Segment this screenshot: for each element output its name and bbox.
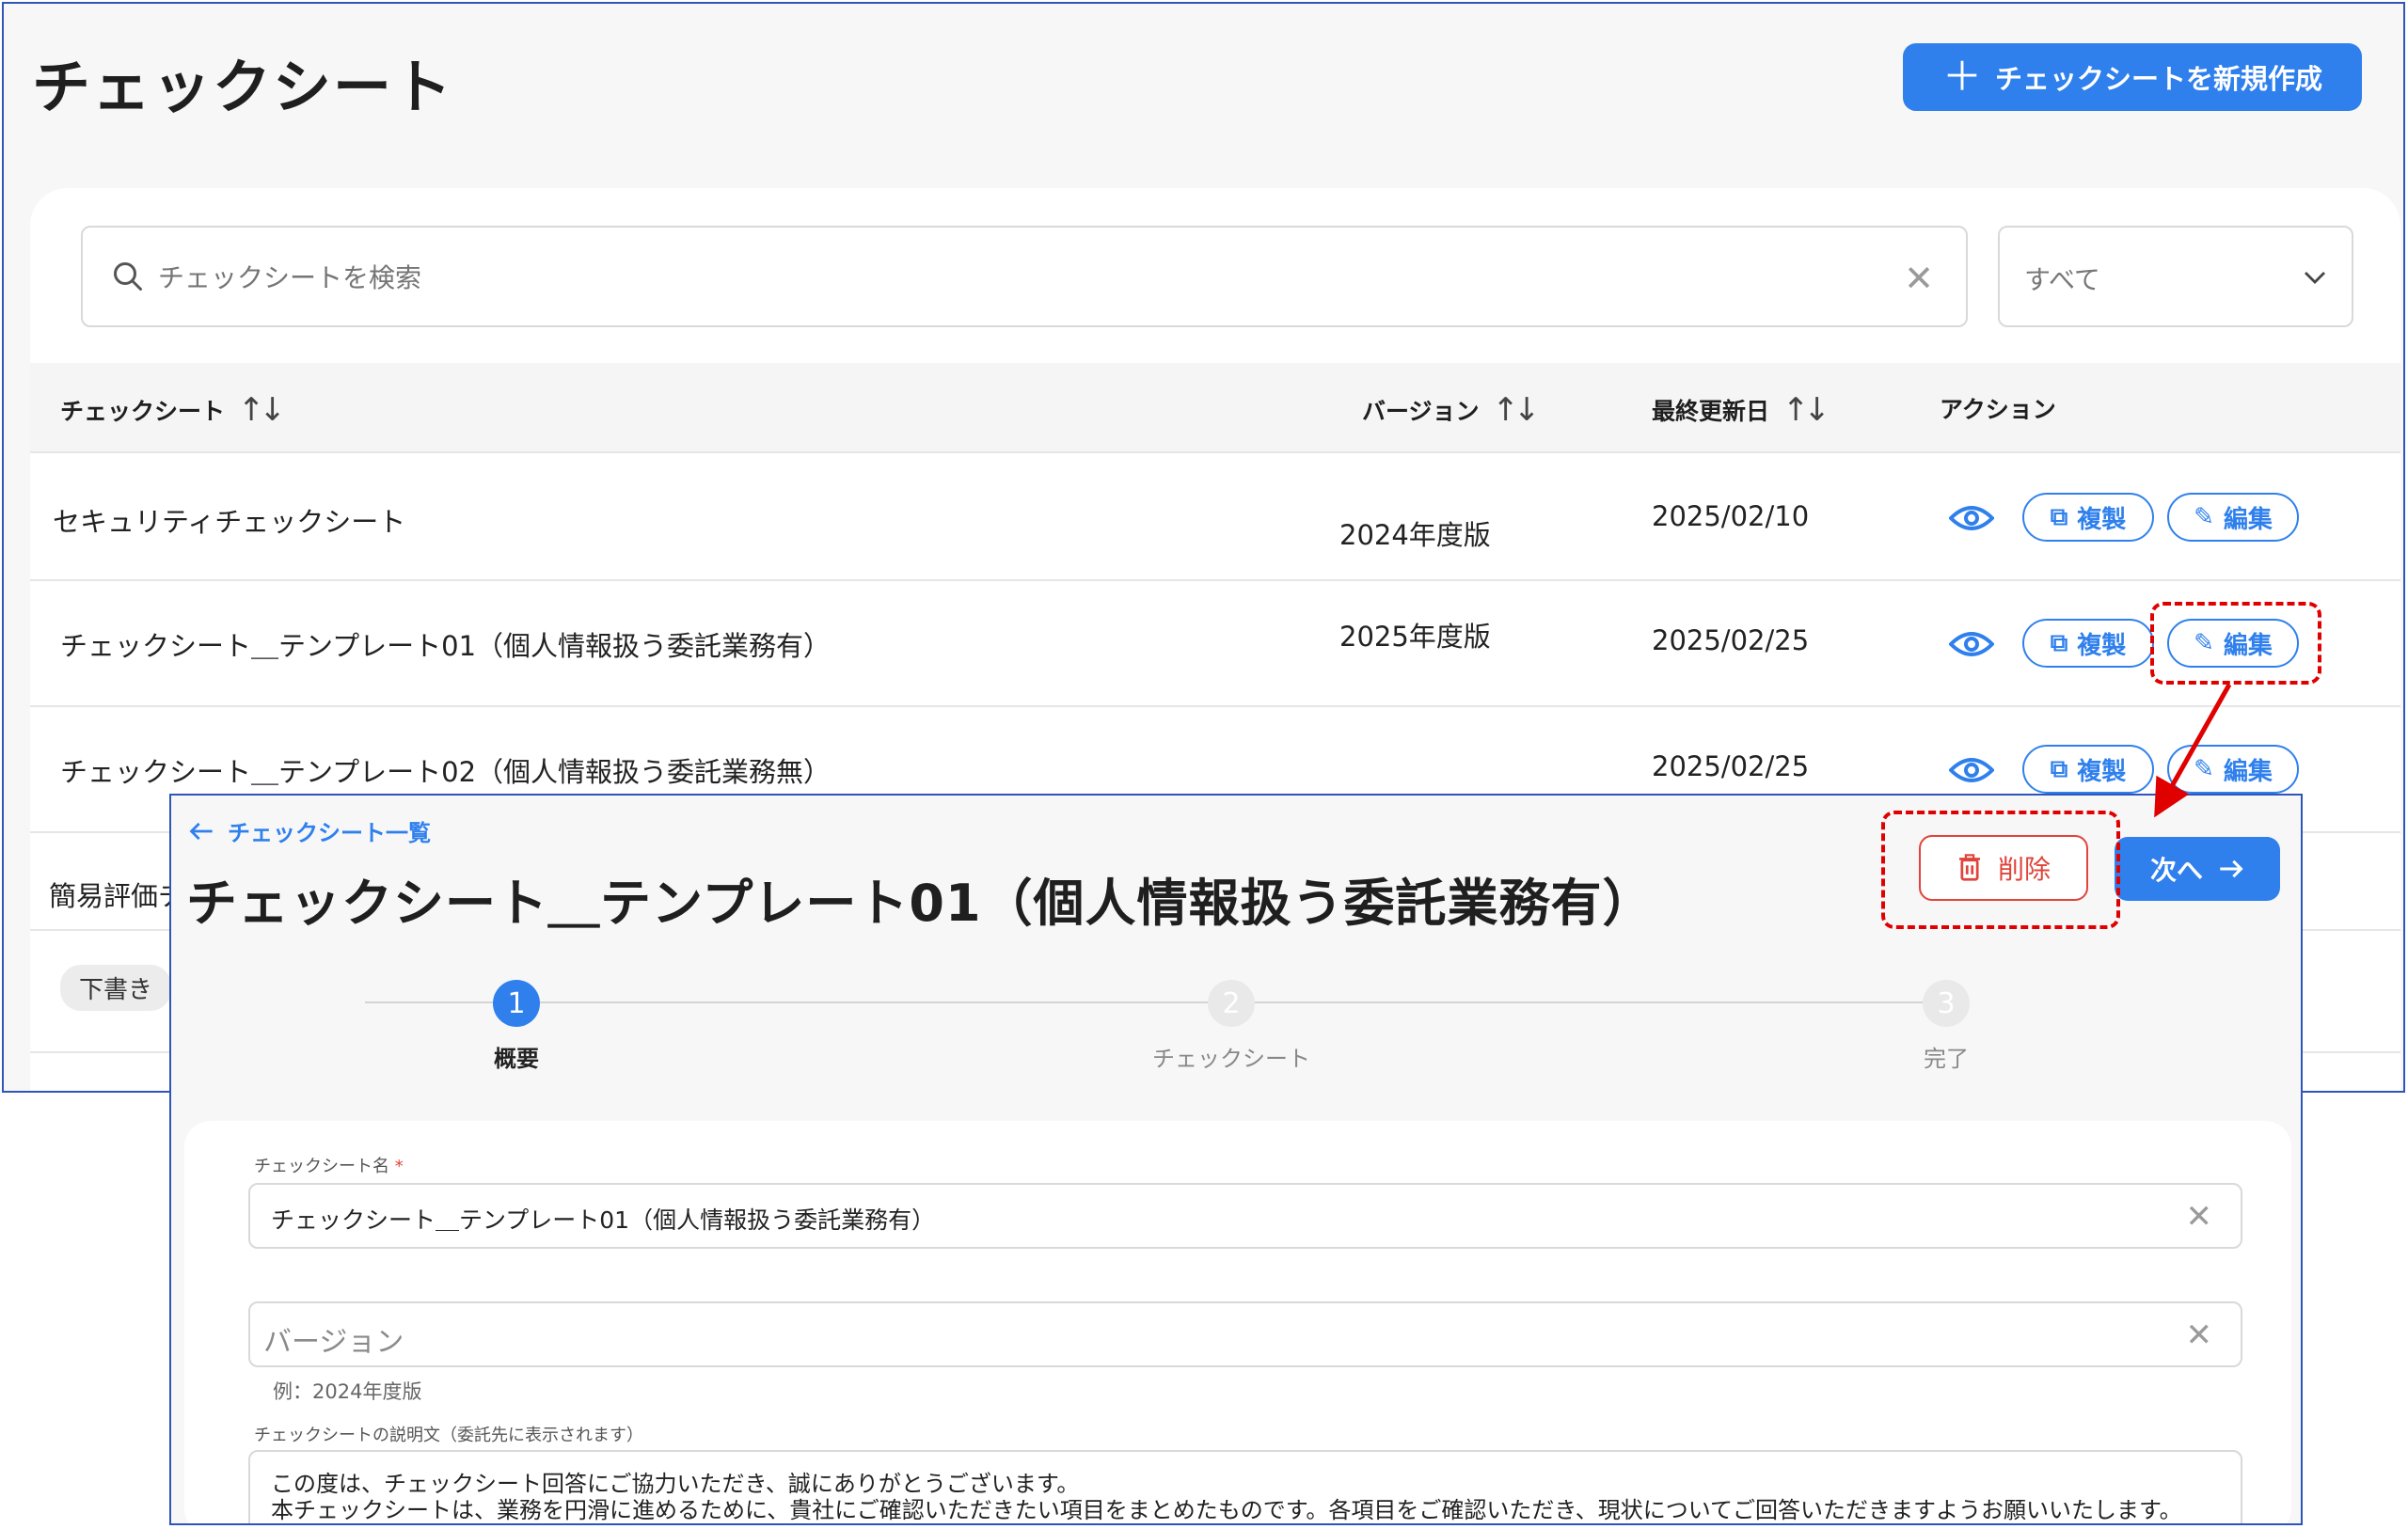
annotation-arrow bbox=[2154, 683, 2232, 818]
